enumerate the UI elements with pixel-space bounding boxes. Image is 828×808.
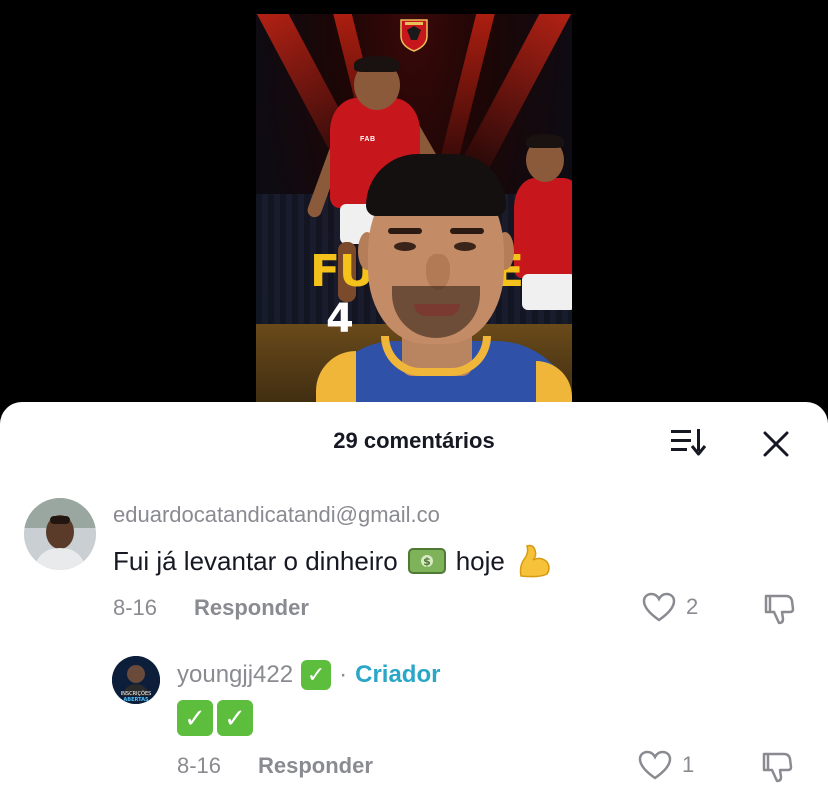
presenter-figure [296,136,572,414]
comment-username[interactable]: youngjj422 [177,661,293,689]
video-player[interactable]: FAB FU E 4 [256,14,572,414]
avatar[interactable]: INSCRIÇÕES ABERTAS [112,656,160,704]
creator-badge: Criador [355,661,441,688]
comment-username[interactable]: eduardocatandicatandi@gmail.co [113,502,440,528]
comment-text: Fui já levantar o dinheiro $ hoje [113,542,553,580]
avatar[interactable] [24,498,96,570]
sort-button[interactable] [670,426,708,458]
heart-icon [638,750,672,780]
like-count: 1 [682,752,695,777]
comment-item: eduardocatandicatandi@gmail.co Fui já le… [0,492,828,632]
like-button[interactable]: 2 [642,592,698,622]
like-button[interactable]: 1 [638,750,694,780]
comment-date: 8-16 [177,753,222,778]
like-count: 2 [686,594,699,619]
comments-sheet: 29 comentários eduardocatandicatandi@gma… [0,402,828,808]
comment-text-part: Fui já levantar o dinheiro [113,545,398,576]
creator-photo: INSCRIÇÕES ABERTAS [112,656,160,704]
close-icon [763,431,789,457]
comment-text-part: hoje [455,545,505,576]
avatar-text: INSCRIÇÕES [121,690,152,697]
reply-comment-item: INSCRIÇÕES ABERTAS youngjj422 ✓ · Criado… [0,650,828,790]
comment-date: 8-16 [113,595,158,620]
close-button[interactable] [758,426,794,462]
avatar-text: ABERTAS [123,697,149,703]
money-emoji-icon: $ [407,548,446,574]
check-mark-emoji-icon: ✓ [177,700,213,736]
comment-username-row: youngjj422 ✓ · Criador [177,660,440,690]
svg-text:$: $ [423,555,431,568]
reply-button[interactable]: Responder [194,595,309,621]
dislike-button[interactable] [762,592,796,631]
separator-dot: · [339,661,348,688]
heart-icon [642,592,676,622]
flexed-biceps-emoji-icon [519,544,550,578]
check-mark-icon: ✓ [301,660,332,690]
sort-icon [671,429,707,456]
comment-text: ✓ ✓ [177,700,253,736]
dislike-button[interactable] [760,750,794,789]
club-crest-icon [400,19,428,52]
thumbs-down-icon [762,752,793,783]
reply-button[interactable]: Responder [258,753,373,779]
check-mark-emoji-icon: ✓ [217,700,253,736]
thumbs-down-icon [764,594,795,625]
user-photo [24,498,96,570]
